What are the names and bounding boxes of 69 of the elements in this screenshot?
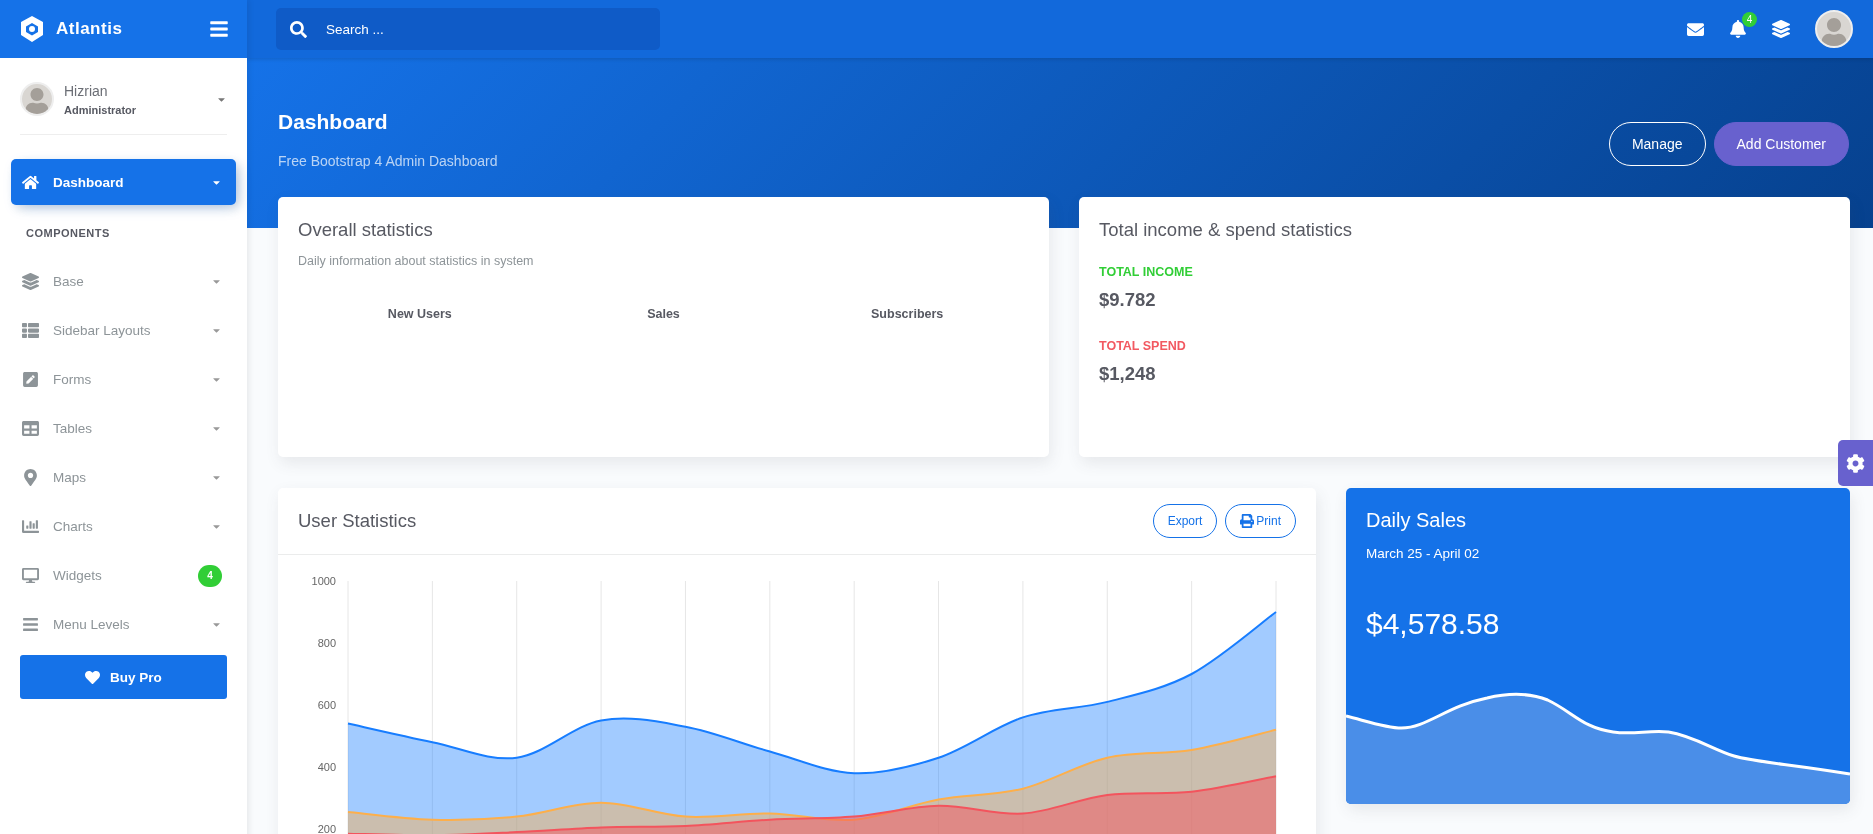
primary-button[interactable]: Add Customer [1713, 122, 1849, 166]
column-label: Subscribers [870, 307, 945, 321]
item-label: Maps [53, 470, 87, 485]
list-icon [21, 322, 39, 339]
search-field[interactable]: Search ... [276, 8, 660, 50]
card-title: User Statistics [298, 510, 417, 532]
sidebar-item[interactable]: Menu Levels [11, 600, 236, 649]
item-label: Dashboard [53, 174, 125, 190]
avatar-placeholder [20, 82, 54, 116]
sidebar-item[interactable]: Base [11, 257, 236, 306]
sales-amount: $4,578.58 [1366, 607, 1501, 641]
sidebar-item[interactable]: Tables [11, 404, 236, 453]
column-label: New Users [386, 307, 453, 321]
item-label: Tables [53, 421, 94, 436]
notification-badge: 4 [1742, 12, 1757, 27]
card-title: Overall statistics [298, 219, 434, 241]
stat-value: $9.782 [1099, 289, 1157, 311]
printer-icon [1240, 514, 1255, 528]
item-label: Sidebar Layouts [53, 323, 152, 338]
card-title: Total income & spend statistics [1099, 219, 1353, 241]
item-label: Base [53, 274, 85, 289]
envelope-icon[interactable] [1687, 20, 1704, 38]
avatar-placeholder[interactable] [1815, 10, 1853, 48]
brand-name: Atlantis [56, 19, 124, 39]
heart-icon [85, 669, 101, 685]
item-label: Menu Levels [53, 617, 131, 632]
export-button[interactable]: Export [1152, 504, 1218, 538]
page-subtitle: Free Bootstrap 4 Admin Dashboard [278, 153, 498, 169]
sidebar-item[interactable]: Charts [11, 502, 236, 551]
date-range: March 25 - April 02 [1366, 546, 1481, 561]
stat-label: TOTAL INCOME [1099, 265, 1194, 279]
settings-icon[interactable] [1838, 440, 1873, 486]
item-label: Forms [53, 372, 93, 387]
stat-label: TOTAL SPEND [1099, 339, 1187, 353]
axis-label: 1000 [311, 575, 336, 587]
count-badge: 4 [198, 564, 222, 587]
user-name: Hizrian [64, 82, 109, 99]
home-icon [21, 173, 39, 191]
column-label: Sales [646, 307, 681, 321]
axis-label: 400 [317, 761, 336, 773]
section-title: COMPONENTS [25, 226, 111, 241]
item-label: Charts [53, 519, 94, 534]
pencil-icon [21, 371, 39, 388]
axis-label: 200 [317, 823, 336, 834]
layers-icon [21, 273, 39, 290]
card-subtitle: Daily information about statistics in system [298, 254, 535, 268]
sidebar-item[interactable]: Dashboard [11, 159, 236, 205]
sidebar-item[interactable]: Sidebar Layouts [11, 306, 236, 355]
stat-value: $1,248 [1099, 363, 1157, 385]
user-role: Administrator [64, 103, 138, 116]
bar-chart-icon [21, 518, 39, 535]
page-title: Dashboard [278, 110, 389, 134]
item-label: Widgets [53, 568, 103, 583]
menu-icon [21, 616, 39, 633]
layers-icon[interactable] [1772, 20, 1790, 38]
map-pin-icon [21, 469, 39, 486]
axis-label: 800 [317, 637, 336, 649]
logo-icon [20, 15, 44, 43]
menu-icon[interactable] [209, 19, 229, 39]
sidebar-item[interactable]: Maps [11, 453, 236, 502]
buy-pro-button[interactable]: Buy Pro [20, 655, 227, 699]
table-icon [21, 420, 39, 437]
bell-icon[interactable] [1729, 20, 1747, 38]
sidebar-item[interactable]: Forms [11, 355, 236, 404]
print-button[interactable]: Print [1225, 504, 1296, 538]
axis-label: 600 [317, 699, 336, 711]
sidebar-item[interactable]: Widgets 4 [11, 551, 236, 600]
monitor-icon [21, 567, 39, 584]
card-title: Daily Sales [1366, 509, 1468, 532]
